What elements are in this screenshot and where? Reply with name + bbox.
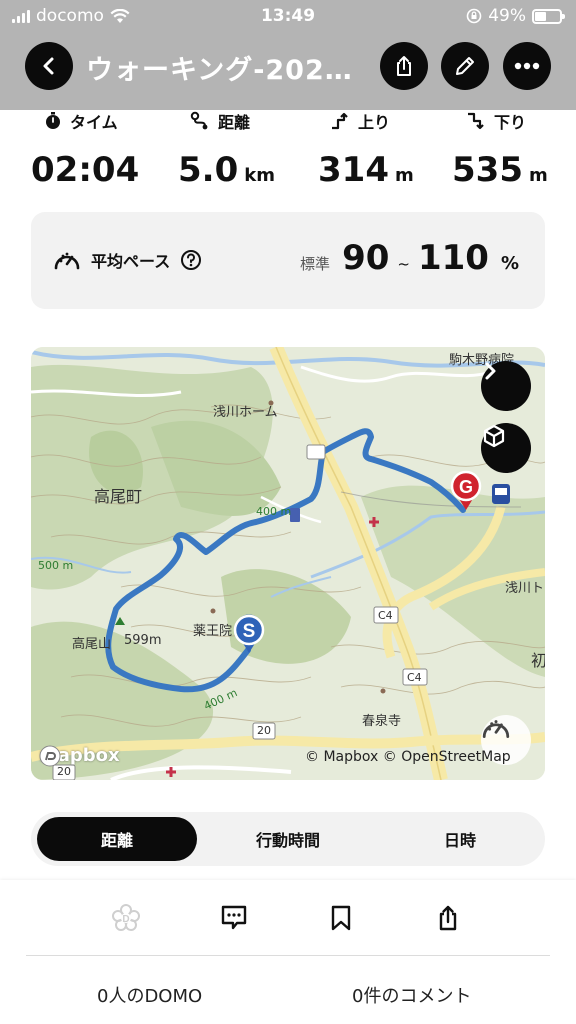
stat-value-distance: 5.0 km [178, 150, 275, 190]
map-canvas: S G [31, 347, 545, 780]
route-map[interactable]: S G 駒木野病院 浅川ホーム 高尾町 400 m 500 m 高尾山 599m… [31, 347, 545, 780]
battery-icon [532, 8, 565, 24]
stat-number: 02:04 [31, 150, 140, 190]
comment-button[interactable] [216, 900, 252, 936]
bookmark-icon [331, 905, 351, 931]
descent-icon [468, 112, 484, 130]
edit-pencil-icon [456, 57, 474, 75]
stat-label-text: 下り [494, 113, 527, 132]
share-button[interactable] [380, 42, 428, 90]
map-label: 初 [531, 651, 545, 670]
segment-datetime[interactable]: 日時 [380, 817, 540, 861]
comment-icon [221, 905, 247, 930]
map-attribution[interactable]: © Mapbox © OpenStreetMap [305, 749, 511, 765]
page-title: ウォーキング-202… [86, 55, 353, 86]
speedometer-icon [482, 720, 510, 738]
share-icon [397, 56, 411, 76]
speedometer-icon [54, 252, 80, 270]
route-icon [190, 111, 208, 130]
stat-label-ascent: 上り [330, 110, 390, 132]
pace-label: 平均ペース [53, 248, 202, 272]
map-label: 599m [124, 633, 162, 648]
map-label: 400 m [256, 505, 292, 518]
map-label: 高尾町 [94, 487, 143, 506]
segment-moving-time[interactable]: 行動時間 [208, 817, 368, 861]
share-icon [439, 905, 457, 931]
map-label: 20 [257, 724, 271, 737]
domo-button[interactable]: D [108, 900, 144, 936]
stopwatch-icon [46, 112, 60, 129]
pace-max: 110 [417, 238, 489, 278]
svg-text:G: G [459, 477, 473, 497]
stat-label-text: タイム [70, 113, 118, 132]
chart-mode-segmented-control: 距離 行動時間 日時 [31, 812, 545, 866]
pace-label-text: 平均ペース [91, 252, 171, 271]
back-icon [43, 57, 54, 75]
domo-flower-icon: D [112, 904, 140, 931]
status-bar: docomo 13:49 49% [0, 0, 576, 34]
cube-icon [483, 424, 505, 448]
more-button[interactable] [503, 42, 551, 90]
pace-standard-label: 標準 [300, 255, 331, 273]
map-label: 浅川ホーム [213, 405, 278, 420]
stat-value-descent: 535 m [452, 150, 548, 190]
help-icon[interactable] [180, 249, 202, 271]
edit-button[interactable] [441, 42, 489, 90]
segment-distance[interactable]: 距離 [37, 817, 197, 861]
stat-label-descent: 下り [466, 110, 526, 132]
ascent-icon [332, 112, 348, 130]
mapbox-logo: mapbox [39, 745, 120, 767]
bottom-action-bar: D 0人のDOMO 0件のコメント [0, 880, 576, 1024]
stat-unit: m [394, 165, 414, 186]
back-button[interactable] [25, 42, 73, 90]
map-label: 浅川ト [505, 581, 545, 596]
stat-unit: m [528, 165, 548, 186]
stat-number: 5.0 [178, 150, 239, 190]
stat-number: 314 [318, 150, 389, 190]
battery-percent: 49% [488, 6, 526, 26]
map-label: C4 [378, 609, 393, 622]
map-label: 春泉寺 [362, 714, 402, 729]
map-label: 薬王院 [193, 624, 233, 639]
stat-number: 535 [452, 150, 523, 190]
nav-bar: ウォーキング-202… [0, 34, 576, 110]
map-label: 500 m [38, 559, 74, 572]
stat-value-ascent: 314 m [318, 150, 414, 190]
status-right: 49% [466, 6, 565, 26]
comment-count[interactable]: 0件のコメント [352, 982, 471, 1008]
stat-label-distance: 距離 [190, 110, 250, 132]
pace-range: 標準 90 ~ 110 % [300, 238, 519, 278]
domo-count[interactable]: 0人のDOMO [97, 982, 202, 1008]
stat-label-text: 上り [358, 113, 391, 132]
more-icon [514, 62, 540, 70]
map-label: 高尾山 [72, 637, 112, 652]
pace-tilde: ~ [397, 255, 410, 273]
share-activity-button[interactable] [430, 900, 466, 936]
page: docomo 13:49 49% ウォーキング-202… タイム 距離 上り 下… [0, 0, 576, 1024]
svg-text:D: D [122, 914, 129, 925]
stat-label-time: タイム [44, 110, 118, 132]
pace-card: 平均ペース 標準 90 ~ 110 % [31, 212, 545, 309]
orientation-lock-icon [466, 8, 482, 24]
bookmark-button[interactable] [323, 900, 359, 936]
stat-label-text: 距離 [218, 113, 251, 132]
expand-map-button[interactable] [481, 361, 531, 411]
divider [26, 955, 550, 956]
stat-value-time: 02:04 [31, 150, 139, 190]
map-label: C4 [407, 671, 422, 684]
mapbox-icon [39, 745, 61, 767]
pace-unit: % [500, 253, 519, 274]
3d-view-button[interactable] [481, 423, 531, 473]
pace-min: 90 [342, 238, 390, 278]
stat-unit: km [244, 165, 275, 186]
chevron-right-icon [485, 362, 496, 380]
svg-text:S: S [243, 621, 256, 642]
